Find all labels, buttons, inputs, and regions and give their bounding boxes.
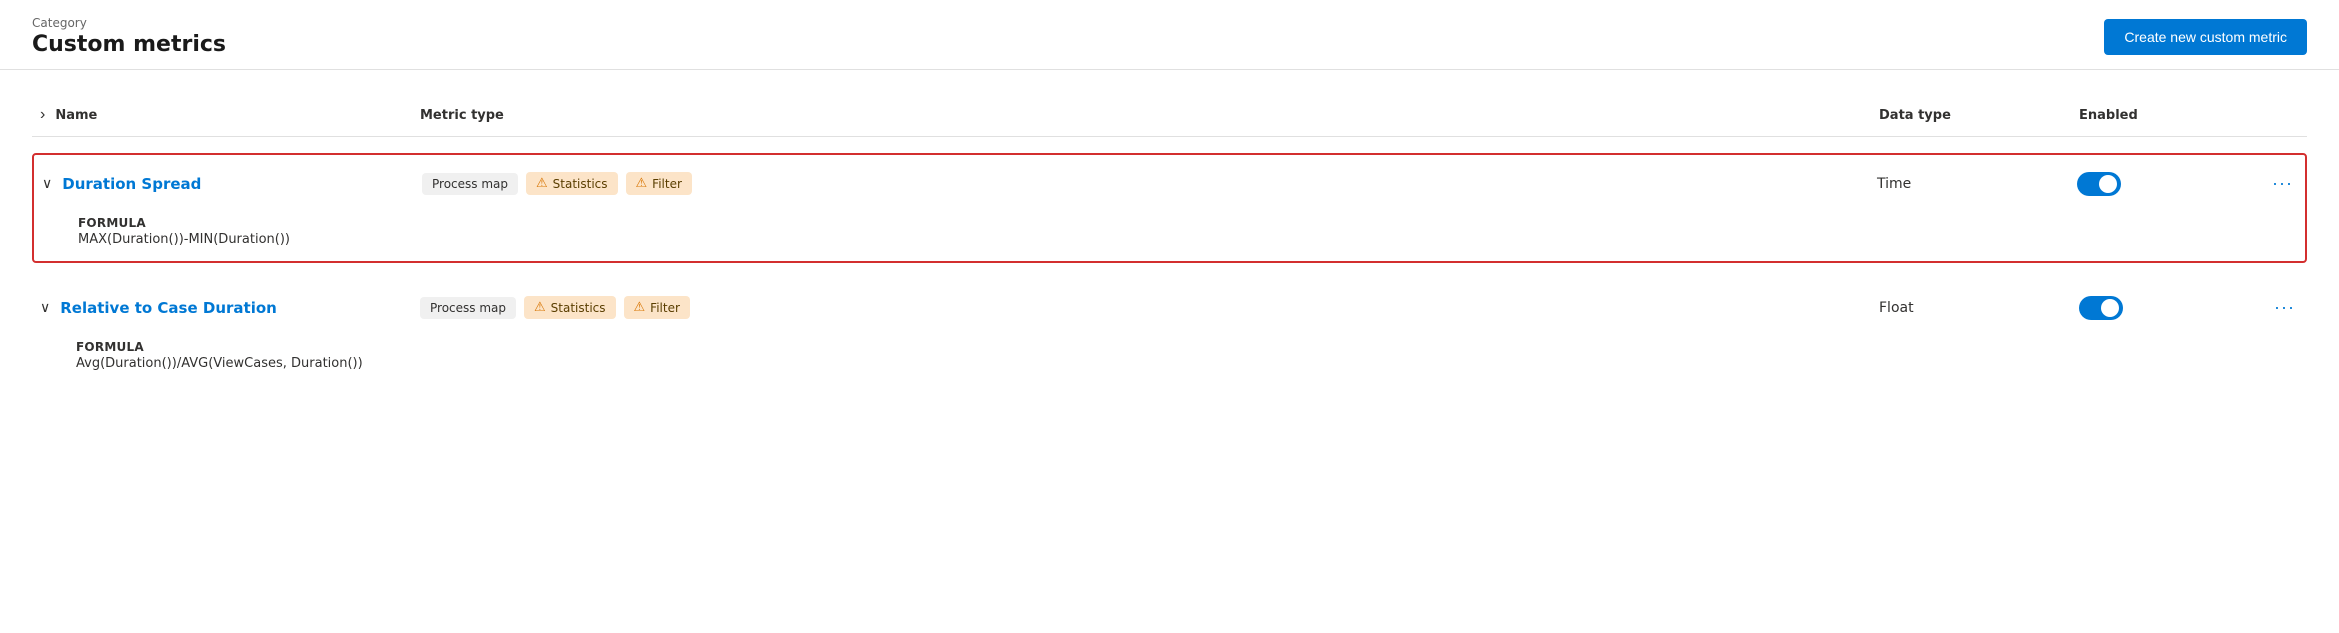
formula-text-duration-spread: MAX(Duration())-MIN(Duration()) xyxy=(78,232,422,247)
metrics-table: › Name Metric type Data type Enabled ∨ D… xyxy=(0,94,2339,385)
formula-block-relative-case: FORMULA Avg(Duration())/AVG(ViewCases, D… xyxy=(40,340,420,371)
page-title: Custom metrics xyxy=(32,32,226,57)
metric-row-duration-spread: ∨ Duration Spread Process map ⚠ Statisti… xyxy=(32,153,2307,263)
metric-name-cell-relative-case: ∨ Relative to Case Duration xyxy=(40,299,420,317)
metric-name-cell-duration-spread: ∨ Duration Spread xyxy=(42,175,422,193)
enabled-toggle-relative-case[interactable] xyxy=(2079,296,2123,320)
warning-icon-filter-2: ⚠ xyxy=(634,300,646,315)
data-type-duration-spread: Time xyxy=(1877,176,2077,192)
warning-icon-filter-1: ⚠ xyxy=(636,176,648,191)
page-header: Category Custom metrics Create new custo… xyxy=(0,0,2339,70)
chevron-down-icon-2: ∨ xyxy=(40,299,50,316)
table-header-row: › Name Metric type Data type Enabled xyxy=(32,94,2307,137)
metric-row-relative-case: ∨ Relative to Case Duration Process map … xyxy=(32,279,2307,385)
badge-process-map-1: Process map xyxy=(422,173,518,195)
more-options-button-relative-case[interactable]: ··· xyxy=(2270,293,2299,322)
formula-text-relative-case: Avg(Duration())/AVG(ViewCases, Duration(… xyxy=(76,356,420,371)
header-title-section: Category Custom metrics xyxy=(32,16,226,57)
formula-label-duration-spread: FORMULA xyxy=(78,216,422,230)
name-column-header: › Name xyxy=(40,106,420,124)
metric-type-col-label: Metric type xyxy=(420,108,1879,123)
metric-name-link-duration-spread[interactable]: Duration Spread xyxy=(62,175,201,193)
formula-block-duration-spread: FORMULA MAX(Duration())-MIN(Duration()) xyxy=(42,216,422,247)
actions-cell-duration-spread: ··· xyxy=(2237,169,2297,198)
toggle-slider-duration-spread xyxy=(2077,172,2121,196)
metric-detail-row-relative-case: FORMULA Avg(Duration())/AVG(ViewCases, D… xyxy=(32,336,2307,385)
collapse-button-relative-case[interactable]: ∨ xyxy=(40,299,50,316)
enabled-cell-relative-case xyxy=(2079,296,2239,320)
create-metric-button[interactable]: Create new custom metric xyxy=(2104,19,2307,55)
metric-type-cell-duration-spread: Process map ⚠ Statistics ⚠ Filter xyxy=(422,172,1877,195)
warning-icon-statistics-2: ⚠ xyxy=(534,300,546,315)
enabled-col-label: Enabled xyxy=(2079,108,2239,123)
badge-process-map-2: Process map xyxy=(420,297,516,319)
badge-filter-1: ⚠ Filter xyxy=(626,172,692,195)
warning-icon-statistics-1: ⚠ xyxy=(536,176,548,191)
metric-detail-row-duration-spread: FORMULA MAX(Duration())-MIN(Duration()) xyxy=(34,212,2305,261)
metric-main-row-relative-case: ∨ Relative to Case Duration Process map … xyxy=(32,279,2307,336)
more-icon-duration-spread: ··· xyxy=(2272,173,2293,194)
category-label: Category xyxy=(32,16,226,30)
more-options-button-duration-spread[interactable]: ··· xyxy=(2268,169,2297,198)
data-type-col-label: Data type xyxy=(1879,108,2079,123)
chevron-down-icon: ∨ xyxy=(42,175,52,192)
badge-statistics-1: ⚠ Statistics xyxy=(526,172,618,195)
enabled-cell-duration-spread xyxy=(2077,172,2237,196)
badge-statistics-2: ⚠ Statistics xyxy=(524,296,616,319)
name-col-label: Name xyxy=(55,108,97,123)
metric-name-link-relative-case[interactable]: Relative to Case Duration xyxy=(60,299,277,317)
metric-type-cell-relative-case: Process map ⚠ Statistics ⚠ Filter xyxy=(420,296,1879,319)
actions-cell-relative-case: ··· xyxy=(2239,293,2299,322)
badge-filter-2: ⚠ Filter xyxy=(624,296,690,319)
toggle-slider-relative-case xyxy=(2079,296,2123,320)
enabled-toggle-duration-spread[interactable] xyxy=(2077,172,2121,196)
more-icon-relative-case: ··· xyxy=(2274,297,2295,318)
chevron-right-icon: › xyxy=(40,106,45,124)
formula-label-relative-case: FORMULA xyxy=(76,340,420,354)
metric-main-row-duration-spread: ∨ Duration Spread Process map ⚠ Statisti… xyxy=(34,155,2305,212)
data-type-relative-case: Float xyxy=(1879,300,2079,316)
expand-all-button[interactable]: › xyxy=(40,106,45,124)
collapse-button-duration-spread[interactable]: ∨ xyxy=(42,175,52,192)
